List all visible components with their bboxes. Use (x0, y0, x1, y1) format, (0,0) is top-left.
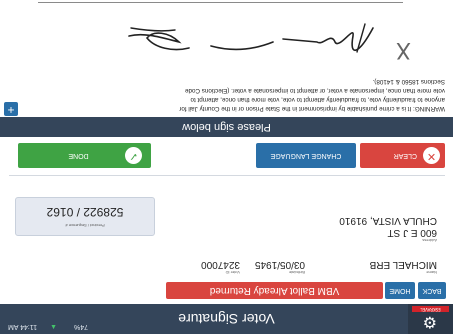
change-language-button[interactable]: CHANGE LANGUAGE (256, 143, 356, 168)
done-button-label: DONE (68, 152, 89, 159)
done-button[interactable]: ✓ DONE (18, 143, 151, 168)
divider (9, 175, 445, 176)
precinct-sequence-box: Precinct / Sequence # 528922 / 0162 (15, 197, 155, 236)
name-label: Name (426, 270, 437, 275)
wifi-signal-icon: ▲ (50, 323, 57, 330)
battery-level: 74% (74, 323, 89, 330)
voter-name: MICHAEL ERB (369, 259, 437, 270)
address-label: Address (422, 238, 437, 243)
vbm-ballot-returned-button[interactable]: VBM Ballot Already Returned (166, 282, 383, 299)
address-line-2: CHULA VISTA, 91910 (339, 215, 437, 226)
birthdate-label: Birthdate (288, 270, 305, 275)
warning-line: anyone to fraudulently vote, to fraudule… (190, 96, 445, 103)
clear-button-label: CLEAR (393, 152, 417, 159)
birthdate-value: 03/05/1945 (254, 259, 305, 270)
handwritten-signature (128, 23, 374, 53)
sign-prompt-bar: Please sign below (0, 117, 453, 137)
voter-signature-screen: ⚙ ESKRAVEL Voter Signature 74% ▲ 11:44 A… (0, 0, 453, 334)
address-line-1: 600 E J ST (387, 227, 437, 238)
signature-pad[interactable]: X (0, 0, 453, 84)
signature-line (38, 2, 403, 3)
plus-icon[interactable]: + (4, 102, 18, 117)
warning-line: vote more than once, impersonate a voter… (184, 87, 445, 94)
precinct-value: 528922 / 0162 (46, 205, 124, 219)
clear-button[interactable]: ✕ CLEAR (360, 143, 445, 168)
precinct-label: Precinct / Sequence # (65, 223, 105, 228)
signature-x-mark: X (395, 37, 411, 62)
clock: 11:44 AM (8, 323, 38, 330)
voter-id-label: Voter ID (225, 270, 240, 275)
page-title: Voter Signature (178, 311, 275, 327)
top-bar: ⚙ ESKRAVEL Voter Signature 74% ▲ 11:44 A… (0, 304, 453, 334)
close-circle-icon: ✕ (423, 147, 440, 164)
back-button[interactable]: BACK (418, 282, 446, 299)
home-button[interactable]: HOME (385, 282, 415, 299)
warning-line: WARNING: It is a crime punishable by imp… (179, 105, 445, 112)
voter-id-value: 3247000 (201, 259, 240, 270)
